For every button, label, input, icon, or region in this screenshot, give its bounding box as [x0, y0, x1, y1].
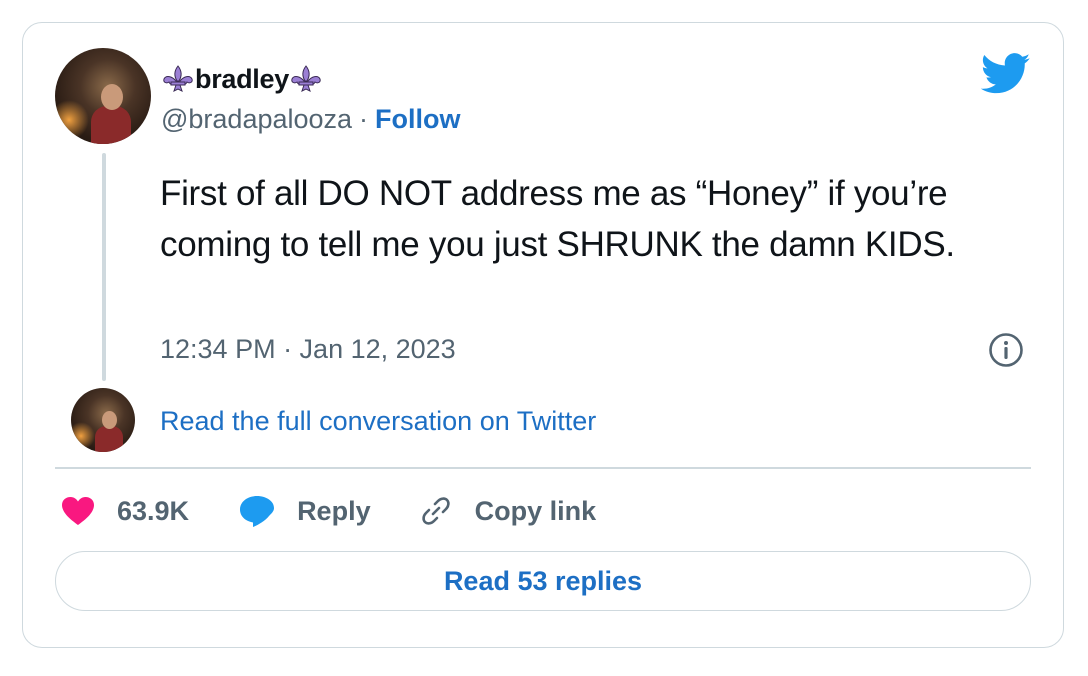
read-full-conversation-link[interactable]: Read the full conversation on Twitter [160, 401, 596, 441]
read-replies-button[interactable]: Read 53 replies [55, 551, 1031, 611]
reply-label: Reply [297, 495, 371, 526]
fleur-de-lis-icon [163, 65, 193, 92]
tweet-timestamp[interactable]: 12:34 PM · Jan 12, 2023 [160, 329, 456, 369]
tweet-actions: 63.9K Reply Copy link [61, 489, 596, 533]
author-display-name[interactable]: bradley [195, 64, 289, 95]
thread-line [102, 153, 106, 381]
like-count: 63.9K [117, 495, 190, 526]
read-replies-label: Read 53 replies [443, 565, 643, 596]
like-button[interactable]: 63.9K [61, 496, 189, 527]
fleur-de-lis-icon [291, 65, 321, 92]
copy-link-button[interactable]: Copy link [419, 494, 597, 528]
author-handle-row: @bradapalooza · Follow [161, 101, 461, 137]
heart-icon [62, 497, 94, 525]
tweet-embed-card: bradley @bradapalooza · Follow First of … [22, 22, 1064, 648]
author-name-row[interactable]: bradley [161, 61, 323, 97]
copy-link-label: Copy link [474, 495, 597, 526]
separator-dot: · [359, 103, 369, 134]
conversation-avatar[interactable] [71, 388, 135, 452]
reply-button[interactable]: Reply [239, 494, 371, 528]
info-icon[interactable] [987, 331, 1025, 369]
author-handle[interactable]: @bradapalooza [161, 104, 352, 135]
link-icon [421, 497, 450, 525]
twitter-bird-icon[interactable] [981, 53, 1031, 95]
divider [55, 467, 1031, 469]
follow-button[interactable]: Follow [375, 104, 460, 135]
author-avatar[interactable] [55, 48, 151, 144]
speech-bubble-icon [240, 496, 275, 527]
tweet-text: First of all DO NOT address me as “Honey… [160, 174, 955, 264]
